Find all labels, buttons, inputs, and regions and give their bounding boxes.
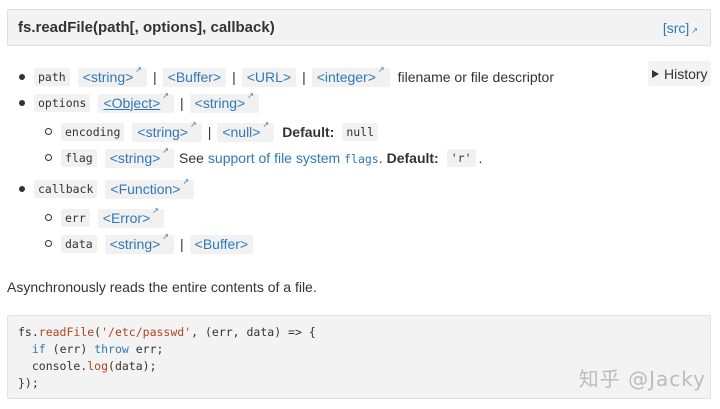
external-link-icon: ↗ bbox=[377, 64, 385, 74]
external-link-icon: ↗ bbox=[247, 90, 254, 100]
type-link-error[interactable]: <Error> ↗ bbox=[97, 205, 164, 228]
param-name-options: options bbox=[34, 94, 91, 112]
param-name-err: err bbox=[61, 209, 90, 227]
period: . bbox=[478, 150, 483, 166]
param-data: data <string> ↗ | <Buffer> bbox=[61, 231, 254, 255]
type-link-object[interactable]: <Object> ↗ bbox=[98, 90, 174, 113]
file-system-flags-link[interactable]: support of file system flags bbox=[208, 150, 379, 166]
code-line: fs.readFile('/etc/passwd', (err, data) =… bbox=[18, 325, 316, 339]
history-toggle[interactable]: History bbox=[648, 61, 711, 86]
method-signature-header: fs.readFile(path[, options], callback) [… bbox=[7, 9, 711, 46]
external-link-icon: ↗ bbox=[162, 90, 169, 100]
external-link-icon: ↗ bbox=[189, 119, 197, 129]
type-link-string[interactable]: <string> ↗ bbox=[104, 145, 174, 168]
external-link-icon: ↗ bbox=[135, 64, 142, 74]
method-description: Asynchronously reads the entire contents… bbox=[7, 279, 317, 295]
type-link-url[interactable]: <URL> bbox=[241, 67, 297, 87]
see-text: See bbox=[179, 150, 204, 166]
external-link-icon: ↗ bbox=[691, 26, 698, 35]
sub-bullet-icon bbox=[45, 128, 52, 135]
param-flag: flag <string> ↗ See support of file syste… bbox=[61, 145, 483, 169]
type-separator: | bbox=[153, 69, 157, 85]
param-name-flag: flag bbox=[61, 149, 97, 167]
param-options: options <Object> ↗ | <string> ↗ bbox=[34, 90, 259, 114]
param-description: filename or file descriptor bbox=[397, 69, 555, 85]
external-link-icon: ↗ bbox=[152, 205, 159, 215]
default-value: null bbox=[342, 123, 379, 141]
type-link-null[interactable]: <null> ↗ bbox=[217, 119, 275, 142]
sub-bullet-icon bbox=[45, 214, 52, 221]
param-name-path: path bbox=[34, 68, 70, 86]
external-link-icon: ↗ bbox=[162, 231, 169, 241]
type-separator: | bbox=[180, 95, 184, 111]
history-label: History bbox=[664, 65, 708, 82]
param-name-data: data bbox=[61, 235, 97, 253]
param-name-callback: callback bbox=[34, 180, 98, 198]
method-signature: fs.readFile(path[, options], callback) bbox=[18, 19, 275, 36]
bullet-icon bbox=[19, 186, 25, 192]
type-link-integer[interactable]: <integer> ↗ bbox=[311, 64, 390, 87]
type-link-string[interactable]: <string> ↗ bbox=[189, 90, 259, 113]
external-link-icon: ↗ bbox=[162, 145, 169, 155]
bullet-icon bbox=[19, 100, 25, 106]
type-link-buffer[interactable]: <Buffer> bbox=[189, 234, 254, 254]
type-link-string[interactable]: <string> ↗ bbox=[104, 231, 174, 254]
type-separator: | bbox=[302, 69, 306, 85]
default-label: Default: bbox=[386, 150, 439, 166]
param-callback: callback <Function> ↗ bbox=[34, 176, 195, 200]
default-value: 'r' bbox=[446, 149, 476, 167]
type-separator: | bbox=[232, 69, 236, 85]
expand-triangle-icon bbox=[652, 69, 659, 78]
param-encoding: encoding <string> ↗ | <null> ↗ Default: nu… bbox=[61, 119, 379, 143]
source-link[interactable]: [src] ↗ bbox=[663, 20, 698, 36]
sub-bullet-icon bbox=[45, 240, 52, 247]
bullet-icon bbox=[19, 74, 25, 80]
type-link-string[interactable]: <string> ↗ bbox=[77, 64, 147, 87]
param-err: err <Error> ↗ bbox=[61, 205, 164, 229]
type-separator: | bbox=[207, 124, 212, 140]
type-separator: | bbox=[180, 236, 184, 252]
external-link-icon: ↗ bbox=[262, 119, 270, 129]
external-link-icon: ↗ bbox=[182, 176, 190, 186]
period: . bbox=[378, 150, 383, 166]
zhihu-watermark: 知乎 @Jacky bbox=[578, 367, 706, 391]
param-path: path <string> ↗ | <Buffer> | <URL> | <int… bbox=[34, 64, 555, 88]
code-line: if (err) throw err; bbox=[31, 342, 164, 356]
type-link-buffer[interactable]: <Buffer> bbox=[162, 67, 227, 87]
type-link-function[interactable]: <Function> ↗ bbox=[105, 176, 195, 199]
param-name-encoding: encoding bbox=[61, 123, 125, 141]
sub-bullet-icon bbox=[45, 154, 52, 161]
type-link-string[interactable]: <string> ↗ bbox=[132, 119, 202, 142]
default-label: Default: bbox=[282, 124, 335, 140]
